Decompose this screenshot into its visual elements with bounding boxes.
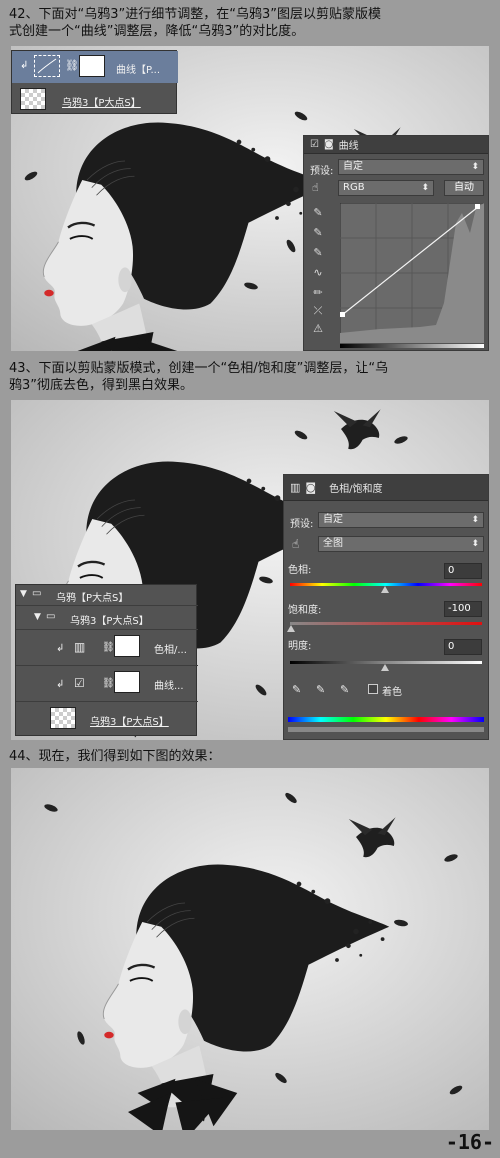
- hand-icon[interactable]: ☝: [292, 537, 299, 551]
- curves-icon[interactable]: ☑: [74, 676, 85, 690]
- step42-caption-line2: 式创建一个“曲线”调整层，降低“乌鸦3”的对比度。: [9, 24, 305, 39]
- hand-icon[interactable]: ☝: [312, 181, 319, 194]
- curves-panel: ☑ ◙ 曲线 预设: 自定 ⬍ ☝ RGB ⬍ 自动 ✎ ✎ ✎ ∿ ✏ ⤫ ⚠: [303, 135, 489, 351]
- hue-slider-handle[interactable]: [381, 586, 389, 593]
- preset-select[interactable]: 自定 ⬍: [318, 512, 484, 528]
- lightness-slider-handle[interactable]: [381, 664, 389, 671]
- hue-label: 色相:: [288, 565, 312, 576]
- final-portrait-image: [11, 768, 489, 1130]
- triangle-down-icon[interactable]: ▼: [20, 589, 27, 599]
- base-layer-thumbnail[interactable]: [20, 88, 46, 110]
- mask-icon: ◙: [323, 139, 334, 150]
- step43-caption-line2: 鸦3”彻底去色，得到黑白效果。: [9, 378, 194, 393]
- link-icon: ⛓: [65, 59, 79, 72]
- spectrum-bar-top: [288, 717, 484, 722]
- hue-saturation-panel: ▥ ◙ 色相/饱和度 预设: 自定 ⬍ ☝ 全图 ⬍ 色相: 0 饱和度: -100…: [283, 474, 489, 740]
- curve-tool-icon[interactable]: ∿: [310, 266, 326, 280]
- clip-arrow-icon: ↲: [56, 643, 65, 654]
- saturation-input[interactable]: -100: [444, 601, 482, 617]
- curves-graph[interactable]: [340, 203, 484, 343]
- hue-adjust-icon[interactable]: ▥: [74, 640, 85, 654]
- curve-layer-name[interactable]: 曲线...: [154, 677, 184, 692]
- step43-caption-line1: 43、下面以剪贴蒙版模式，创建一个“色相/饱和度”调整层，让“乌: [9, 361, 389, 376]
- mask-icon: ◙: [305, 481, 317, 494]
- curve-mask-thumbnail[interactable]: [114, 671, 140, 693]
- colorize-label: 着色: [382, 687, 402, 698]
- channel-select[interactable]: RGB ⬍: [338, 180, 434, 196]
- triangle-down-icon[interactable]: ▼: [34, 612, 41, 622]
- colorize-checkbox[interactable]: [368, 684, 378, 694]
- folder-icon: ▭: [32, 588, 42, 599]
- preset-label: 预设:: [310, 166, 334, 177]
- hue-mask-thumbnail[interactable]: [114, 635, 140, 657]
- clip-arrow-icon: ↲: [56, 679, 65, 690]
- curves-gradient: [340, 344, 484, 348]
- preset-label: 预设:: [290, 519, 314, 530]
- curves-icon: ☑: [310, 139, 319, 150]
- base-layer-thumbnail[interactable]: [50, 707, 76, 729]
- spectrum-bar-bottom: [288, 727, 484, 732]
- eyedropper-plus-icon[interactable]: ✎: [316, 683, 325, 696]
- step42-caption-line1: 42、下面对“乌鸦3”进行细节调整，在“乌鸦3”图层以剪贴蒙版模: [9, 7, 382, 22]
- base-layer-name[interactable]: 乌鸦3【P大点S】: [90, 713, 169, 728]
- eyedropper-icon[interactable]: ✎: [310, 206, 326, 220]
- step44-caption: 44、现在，我们得到如下图的效果：: [9, 749, 221, 764]
- step44-image: [11, 768, 489, 1130]
- step42-layers-panel: ↲ ⛓ 曲线【P... 乌鸦3【P大点S】: [11, 50, 178, 114]
- eyedropper-minus-icon[interactable]: ✎: [340, 683, 349, 696]
- curves-adjust-thumbnail[interactable]: [34, 55, 60, 77]
- pencil-icon[interactable]: ✏: [310, 286, 326, 300]
- page-number: -16-: [445, 1130, 494, 1154]
- hue-adjust-icon: ▥: [290, 481, 301, 494]
- eyedropper-icon[interactable]: ✎: [292, 683, 301, 696]
- lightness-label: 明度:: [288, 641, 312, 652]
- step43-layers-panel: ▼ ▭ 乌鸦【P大点S】 ▼ ▭ 乌鸦3【P大点S】 ↲ ▥ ⛓ 色相/... …: [15, 584, 198, 736]
- step42-image: ↲ ⛓ 曲线【P... 乌鸦3【P大点S】 ☑ ◙ 曲线 预设: 自定 ⬍ ☝ R…: [11, 46, 489, 351]
- preset-select[interactable]: 自定 ⬍: [338, 159, 484, 175]
- group-crow-name[interactable]: 乌鸦【P大点S】: [56, 589, 128, 604]
- saturation-slider-handle[interactable]: [287, 625, 295, 632]
- hue-panel-title: 色相/饱和度: [329, 484, 383, 495]
- hue-layer-name[interactable]: 色相/...: [154, 641, 187, 656]
- link-icon: ⛓: [102, 678, 115, 689]
- curves-layer-name[interactable]: 曲线【P...: [116, 61, 160, 76]
- saturation-slider-track[interactable]: [290, 622, 482, 625]
- mask-thumbnail[interactable]: [79, 55, 105, 77]
- link-icon: ⛓: [102, 642, 115, 653]
- eyedropper-icon[interactable]: ✎: [310, 246, 326, 260]
- auto-button[interactable]: 自动: [444, 180, 484, 196]
- step43-image: ▥ ◙ 色相/饱和度 预设: 自定 ⬍ ☝ 全图 ⬍ 色相: 0 饱和度: -100…: [11, 400, 489, 740]
- lightness-input[interactable]: 0: [444, 639, 482, 655]
- warning-icon[interactable]: ⚠: [310, 322, 326, 336]
- smooth-icon[interactable]: ⤫: [310, 304, 326, 318]
- clip-arrow-icon: ↲: [20, 60, 29, 71]
- folder-icon: ▭: [46, 611, 56, 622]
- curves-panel-title: 曲线: [338, 141, 359, 152]
- saturation-label: 饱和度:: [288, 605, 322, 616]
- group-crow3-name[interactable]: 乌鸦3【P大点S】: [70, 612, 149, 627]
- hue-input[interactable]: 0: [444, 563, 482, 579]
- range-select[interactable]: 全图 ⬍: [318, 536, 484, 552]
- base-layer-name[interactable]: 乌鸦3【P大点S】: [62, 94, 141, 109]
- eyedropper-icon[interactable]: ✎: [310, 226, 326, 240]
